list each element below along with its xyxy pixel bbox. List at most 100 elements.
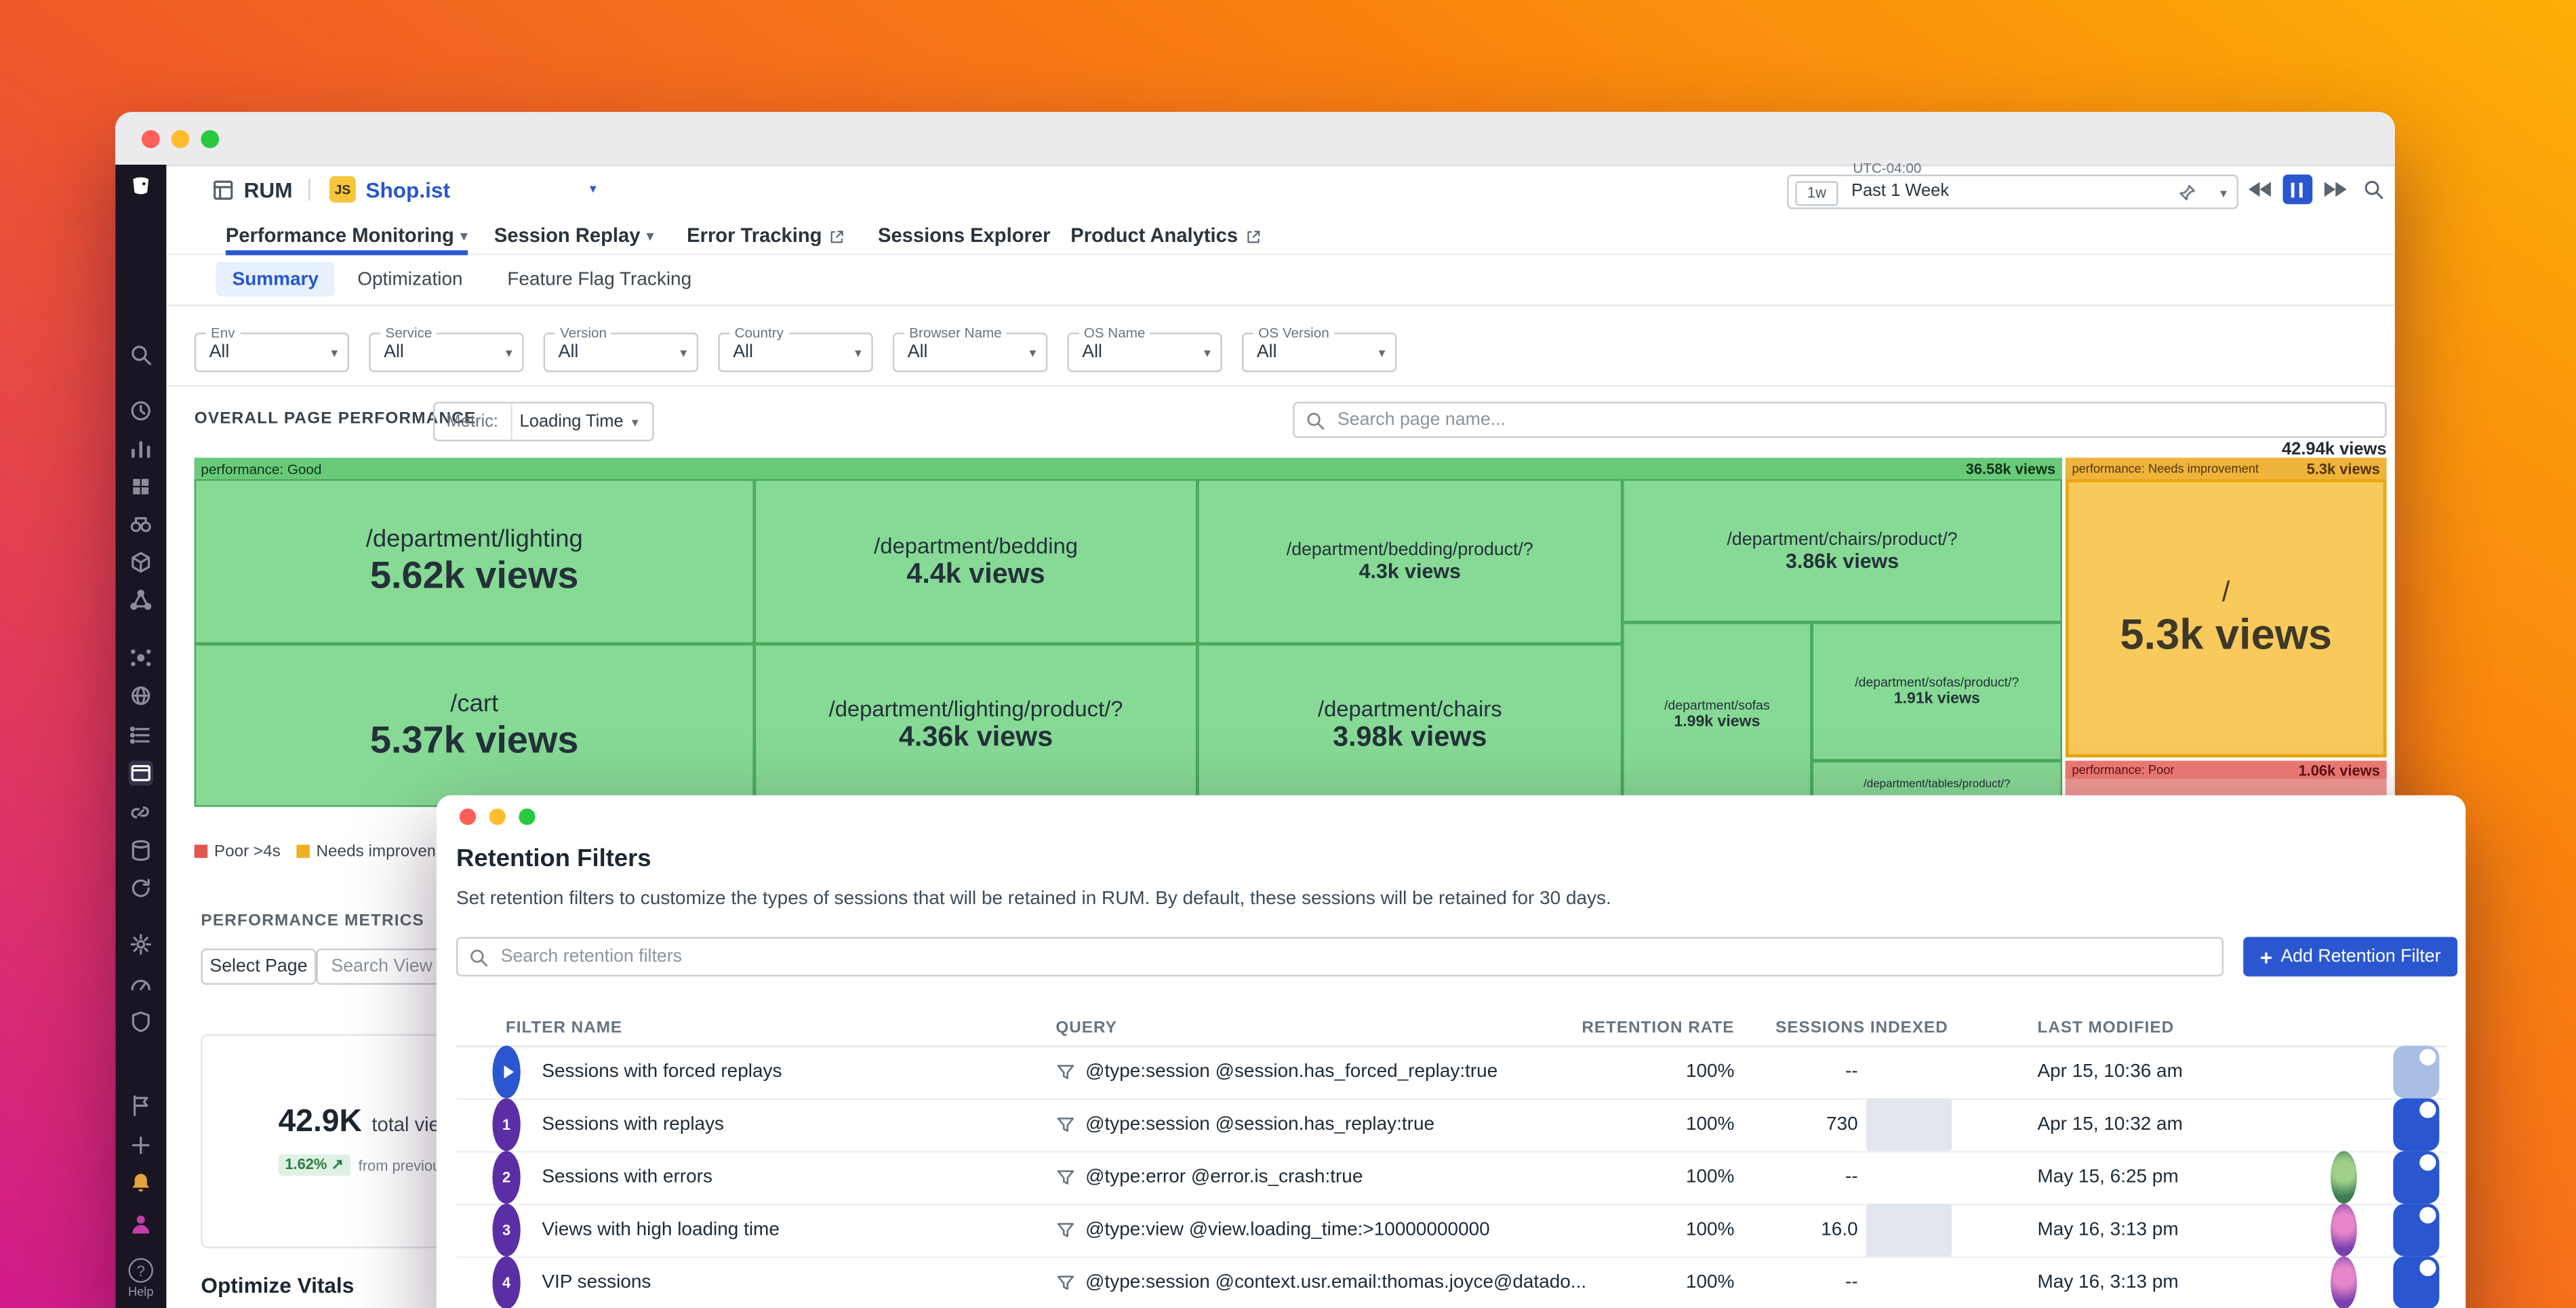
filter-toggle[interactable] — [2393, 1256, 2439, 1308]
treemap-tile[interactable]: /department/chairs/product/?3.86k views — [1622, 479, 2062, 622]
column-filter-name[interactable]: FILTER NAME — [506, 1013, 622, 1046]
subtab-feature-flag-tracking[interactable]: Feature Flag Tracking — [491, 262, 708, 296]
minimize-window-button[interactable] — [489, 809, 506, 825]
service-chevron-down-icon[interactable]: ▾ — [590, 181, 597, 196]
subtab-summary[interactable]: Summary — [216, 262, 335, 296]
chevron-down-icon: ▾ — [1379, 346, 1386, 361]
filter-service[interactable]: ServiceAll▾ — [369, 333, 523, 372]
filter-os-name[interactable]: OS NameAll▾ — [1067, 333, 1222, 372]
column-query[interactable]: QUERY — [1055, 1013, 1116, 1046]
time-range-picker[interactable]: 1w Past 1 Week ▾ — [1787, 175, 2238, 209]
treemap-tile[interactable]: /department/lighting/product/?4.36k view… — [754, 644, 1198, 807]
page-search[interactable] — [1293, 402, 2386, 438]
retention-filter-search-input[interactable] — [498, 939, 2215, 975]
page-search-input[interactable] — [1334, 403, 2378, 436]
tab-session-replay[interactable]: Session Replay▾ — [494, 218, 653, 253]
range-chevron-down-icon[interactable]: ▾ — [2220, 186, 2227, 201]
delta-badge: 1.62% ↗ — [279, 1154, 350, 1176]
search-icon[interactable] — [129, 342, 153, 367]
notifications-bell-icon[interactable] — [129, 1170, 153, 1195]
treemap-tile[interactable]: /cart5.37k views — [195, 644, 754, 807]
select-page-tab[interactable]: Select Page — [201, 948, 316, 984]
infrastructure-icon[interactable] — [129, 550, 153, 575]
tab-sessions-explorer[interactable]: Sessions Explorer — [878, 218, 1050, 253]
avatar[interactable] — [2331, 1256, 2357, 1308]
avatar[interactable] — [2331, 1151, 2357, 1204]
ci-pipelines-icon[interactable] — [129, 876, 153, 901]
chevron-down-icon: ▾ — [855, 346, 862, 361]
service-map-icon[interactable] — [129, 645, 153, 670]
treemap-tile[interactable]: /department/sofas/product/?1.91k views — [1812, 622, 2062, 760]
table-row[interactable]: 2 Sessions with errors @type:error @erro… — [456, 1151, 2446, 1205]
metric-select[interactable]: Metric: Loading Time ▾ — [433, 402, 654, 441]
table-row[interactable]: 4 VIP sessions @type:session @context.us… — [456, 1256, 2446, 1308]
range-short-badge[interactable]: 1w — [1795, 180, 1838, 205]
datadog-logo-icon[interactable] — [129, 175, 153, 199]
subtab-optimization[interactable]: Optimization — [341, 262, 479, 296]
pause-button[interactable] — [2283, 175, 2313, 205]
toolbar-search-icon[interactable] — [2362, 178, 2385, 201]
sessions-indexed-bar — [1866, 1099, 1952, 1151]
tab-product-analytics[interactable]: Product Analytics — [1070, 218, 1261, 253]
table-row[interactable]: Sessions with forced replays @type:sessi… — [456, 1046, 2446, 1100]
filter-toggle[interactable] — [2393, 1046, 2439, 1099]
filter-version[interactable]: VersionAll▾ — [544, 333, 698, 372]
integrations-icon[interactable] — [129, 800, 153, 825]
skip-back-icon[interactable] — [2245, 175, 2275, 205]
filter-toggle[interactable] — [2393, 1204, 2439, 1256]
tab-performance-monitoring[interactable]: Performance Monitoring▾ — [226, 218, 467, 253]
treemap-tile[interactable]: /department/bedding4.4k views — [754, 479, 1198, 644]
treemap-tile[interactable]: /department/chairs3.98k views — [1197, 644, 1622, 807]
filter-os-version[interactable]: OS VersionAll▾ — [1242, 333, 1396, 372]
filter-toggle[interactable] — [2393, 1151, 2439, 1204]
help-icon[interactable]: ? — [129, 1258, 153, 1282]
pin-icon[interactable] — [2177, 181, 2197, 201]
column-retention-rate[interactable]: RETENTION RATE — [1569, 1013, 1734, 1046]
add-icon[interactable] — [129, 1133, 153, 1158]
synthetics-icon[interactable] — [129, 723, 153, 748]
help-label[interactable]: Help — [115, 1284, 166, 1299]
skip-forward-icon[interactable] — [2320, 175, 2350, 205]
add-retention-filter-button[interactable]: + Add Retention Filter — [2243, 937, 2457, 976]
filter-toggle[interactable] — [2393, 1099, 2439, 1151]
close-window-button[interactable] — [142, 130, 160, 148]
filters-divider — [166, 386, 2394, 387]
filter-country[interactable]: CountryAll▾ — [718, 333, 872, 372]
metrics-icon[interactable] — [129, 436, 153, 461]
workflows-flag-icon[interactable] — [129, 1093, 153, 1118]
column-last-modified[interactable]: LAST MODIFIED — [2038, 1013, 2175, 1046]
filter-env[interactable]: EnvAll▾ — [195, 333, 349, 372]
maximize-window-button[interactable] — [201, 130, 219, 148]
column-sessions-indexed[interactable]: SESSIONS INDEXED — [1775, 1013, 1948, 1046]
minimize-window-button[interactable] — [172, 130, 190, 148]
filter-play-badge[interactable] — [492, 1046, 520, 1099]
maximize-window-button[interactable] — [519, 809, 535, 825]
filter-browser-name[interactable]: Browser NameAll▾ — [893, 333, 1047, 372]
window-titlebar[interactable] — [115, 112, 2395, 166]
dashboards-icon[interactable] — [129, 474, 153, 499]
logs-icon[interactable] — [129, 838, 153, 863]
ux-monitoring-icon[interactable] — [129, 683, 153, 708]
treemap-tile[interactable]: /department/sofas1.99k views — [1622, 622, 1811, 806]
close-window-button[interactable] — [460, 809, 476, 825]
rum-icon[interactable] — [129, 761, 153, 785]
legend-label: Needs improvement — [316, 843, 435, 861]
security-shield-icon[interactable] — [129, 1009, 153, 1034]
retention-filter-search[interactable] — [456, 937, 2223, 976]
apm-icon[interactable] — [129, 588, 153, 612]
monitors-gauge-icon[interactable] — [129, 972, 153, 996]
table-row[interactable]: 1 Sessions with replays @type:session @s… — [456, 1099, 2446, 1153]
settings-gear-icon[interactable] — [129, 932, 153, 956]
table-row[interactable]: 3 Views with high loading time @type:vie… — [456, 1204, 2446, 1258]
tab-error-tracking[interactable]: Error Tracking — [687, 218, 845, 253]
service-selector[interactable]: Shop.ist — [365, 178, 450, 202]
watchdog-icon[interactable] — [129, 512, 153, 537]
recents-icon[interactable] — [129, 398, 153, 423]
profile-icon[interactable] — [129, 1212, 153, 1236]
treemap-tile[interactable]: /department/bedding/product/?4.3k views — [1197, 479, 1622, 644]
optimize-vitals-title: Optimize Vitals — [201, 1273, 354, 1297]
treemap-group-header: performance: Needs improvement5.3k views — [2066, 457, 2387, 479]
avatar[interactable] — [2331, 1204, 2357, 1256]
treemap-tile[interactable]: /department/lighting5.62k views — [195, 479, 754, 644]
treemap-tile[interactable]: / 5.3k views — [2067, 481, 2385, 756]
